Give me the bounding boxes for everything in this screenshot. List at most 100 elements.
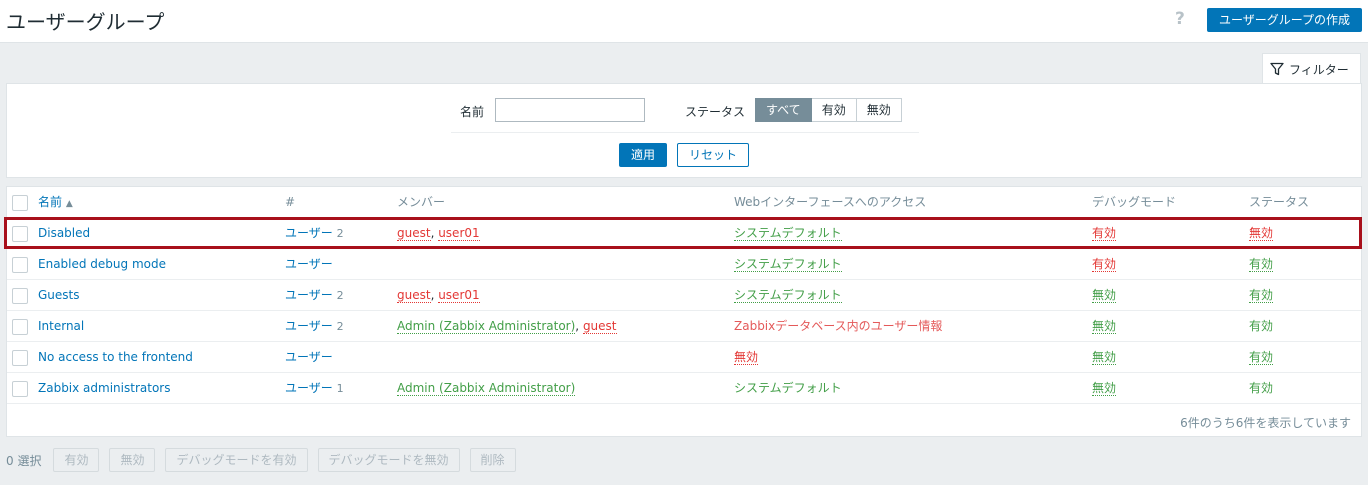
- filter-panel: 名前 ステータス すべて 有効 無効 適用 リセット: [6, 83, 1362, 178]
- debug-mode-toggle[interactable]: 無効: [1092, 289, 1117, 303]
- filter-tab-label: フィルター: [1289, 62, 1349, 77]
- debug-mode-toggle[interactable]: 有効: [1092, 227, 1117, 241]
- group-name-link[interactable]: Enabled debug mode: [38, 249, 166, 280]
- debug-cell: 有効: [1092, 218, 1117, 249]
- row-checkbox[interactable]: [12, 257, 28, 273]
- mass-enable-debug-button[interactable]: デバッグモードを有効: [165, 448, 308, 472]
- status-option-disabled[interactable]: 無効: [856, 98, 902, 122]
- select-all-checkbox[interactable]: [12, 195, 28, 211]
- column-header-debug-mode: デバッグモード: [1092, 195, 1177, 209]
- status-toggle[interactable]: 無効: [1249, 227, 1274, 241]
- row-checkbox[interactable]: [12, 319, 28, 335]
- mass-action-bar: 0 選択 有効 無効 デバッグモードを有効 デバッグモードを無効 削除: [6, 448, 526, 472]
- table-footer-count: 6件のうち6件を表示しています: [1180, 416, 1351, 430]
- table-row: No access to the frontend ユーザー 無効 無効 有効: [7, 342, 1361, 373]
- status-cell: 無効: [1249, 218, 1274, 249]
- web-access-value[interactable]: システムデフォルト: [734, 227, 842, 241]
- reset-button[interactable]: リセット: [677, 143, 749, 167]
- debug-mode-toggle[interactable]: 無効: [1092, 351, 1117, 365]
- column-header-name[interactable]: 名前 ▲: [38, 187, 73, 218]
- member-separator: ,: [430, 288, 439, 302]
- member-link[interactable]: guest: [397, 289, 431, 303]
- members-list: guest, user01: [397, 218, 480, 249]
- user-groups-table: 名前 ▲ # メンバー Webインターフェースへのアクセス デバッグモード ステ…: [6, 186, 1362, 437]
- status-cell: 有効: [1249, 342, 1274, 373]
- status-toggle[interactable]: 有効: [1249, 289, 1274, 303]
- users-count[interactable]: ユーザー: [285, 342, 333, 373]
- selected-count: 0 選択: [6, 453, 42, 468]
- status-cell: 有効: [1249, 249, 1274, 280]
- page-title: ユーザーグループ: [6, 10, 165, 34]
- web-access-cell: システムデフォルト: [734, 249, 842, 280]
- filter-tab[interactable]: フィルター: [1262, 53, 1361, 84]
- group-name-link[interactable]: Disabled: [38, 218, 90, 249]
- group-name-link[interactable]: Zabbix administrators: [38, 373, 170, 404]
- members-list: guest, user01: [397, 280, 480, 311]
- column-header-status: ステータス: [1249, 195, 1310, 209]
- users-count-value: 2: [336, 227, 344, 240]
- mass-disable-debug-button[interactable]: デバッグモードを無効: [317, 448, 460, 472]
- row-checkbox[interactable]: [12, 288, 28, 304]
- help-icon[interactable]: ?: [1175, 9, 1185, 29]
- web-access-value: システムデフォルト: [734, 381, 842, 395]
- users-link[interactable]: ユーザー: [285, 381, 333, 395]
- row-checkbox[interactable]: [12, 350, 28, 366]
- column-header-web-access: Webインターフェースへのアクセス: [734, 195, 927, 209]
- member-separator: ,: [430, 226, 439, 240]
- group-name-link[interactable]: Internal: [38, 311, 84, 342]
- table-row: Guests ユーザー 2 guest, user01 システムデフォルト 無効…: [7, 280, 1361, 311]
- users-count[interactable]: ユーザー 2: [285, 280, 344, 311]
- users-link[interactable]: ユーザー: [285, 350, 333, 364]
- mass-delete-button[interactable]: 削除: [469, 448, 516, 472]
- status-segmented-control: すべて 有効 無効: [755, 98, 902, 122]
- debug-mode-toggle[interactable]: 有効: [1092, 258, 1117, 272]
- member-link[interactable]: guest: [582, 320, 617, 334]
- row-checkbox[interactable]: [12, 226, 28, 242]
- status-toggle[interactable]: 有効: [1249, 258, 1274, 272]
- member-link[interactable]: user01: [438, 289, 480, 303]
- users-count[interactable]: ユーザー: [285, 249, 333, 280]
- users-count-value: 1: [336, 382, 344, 395]
- debug-cell: 無効: [1092, 280, 1117, 311]
- users-count-value: 2: [336, 320, 344, 333]
- users-link[interactable]: ユーザー: [285, 257, 333, 271]
- status-toggle[interactable]: 有効: [1249, 351, 1274, 365]
- debug-mode-toggle[interactable]: 無効: [1092, 382, 1117, 396]
- status-option-enabled[interactable]: 有効: [811, 98, 857, 122]
- users-link[interactable]: ユーザー: [285, 226, 333, 240]
- users-count[interactable]: ユーザー 2: [285, 218, 344, 249]
- filter-status-label: ステータス: [685, 105, 746, 119]
- row-checkbox[interactable]: [12, 381, 28, 397]
- column-header-members: メンバー: [397, 195, 446, 209]
- users-count[interactable]: ユーザー 2: [285, 311, 344, 342]
- member-link[interactable]: Admin (Zabbix Administrator): [397, 320, 576, 334]
- apply-button[interactable]: 適用: [619, 143, 667, 167]
- status-option-all[interactable]: すべて: [755, 98, 812, 122]
- filter-name-input[interactable]: [495, 98, 645, 122]
- users-link[interactable]: ユーザー: [285, 288, 333, 302]
- web-access-value[interactable]: システムデフォルト: [734, 289, 842, 303]
- group-name-link[interactable]: No access to the frontend: [38, 342, 193, 373]
- status-value: 有効: [1249, 381, 1274, 395]
- table-row: Disabled ユーザー 2 guest, user01 システムデフォルト …: [7, 218, 1361, 249]
- users-link[interactable]: ユーザー: [285, 319, 333, 333]
- mass-enable-button[interactable]: 有効: [53, 448, 100, 472]
- member-link[interactable]: Admin (Zabbix Administrator): [397, 382, 576, 396]
- mass-disable-button[interactable]: 無効: [109, 448, 156, 472]
- debug-cell: 無効: [1092, 311, 1117, 342]
- web-access-value[interactable]: システムデフォルト: [734, 258, 842, 272]
- debug-mode-toggle[interactable]: 無効: [1092, 320, 1117, 334]
- group-name-link[interactable]: Guests: [38, 280, 80, 311]
- users-count[interactable]: ユーザー 1: [285, 373, 344, 404]
- debug-cell: 無効: [1092, 342, 1117, 373]
- column-header-name-label: 名前: [38, 195, 63, 209]
- member-link[interactable]: guest: [397, 227, 431, 241]
- table-row: Enabled debug mode ユーザー システムデフォルト 有効 有効: [7, 249, 1361, 280]
- debug-cell: 無効: [1092, 373, 1117, 404]
- member-link[interactable]: user01: [438, 227, 480, 241]
- web-access-value[interactable]: 無効: [734, 351, 759, 365]
- page-header: ユーザーグループ ? ユーザーグループの作成: [0, 0, 1368, 43]
- create-user-group-button[interactable]: ユーザーグループの作成: [1207, 8, 1362, 32]
- web-access-cell: システムデフォルト: [734, 218, 842, 249]
- web-access-cell: Zabbixデータベース内のユーザー情報: [734, 311, 942, 342]
